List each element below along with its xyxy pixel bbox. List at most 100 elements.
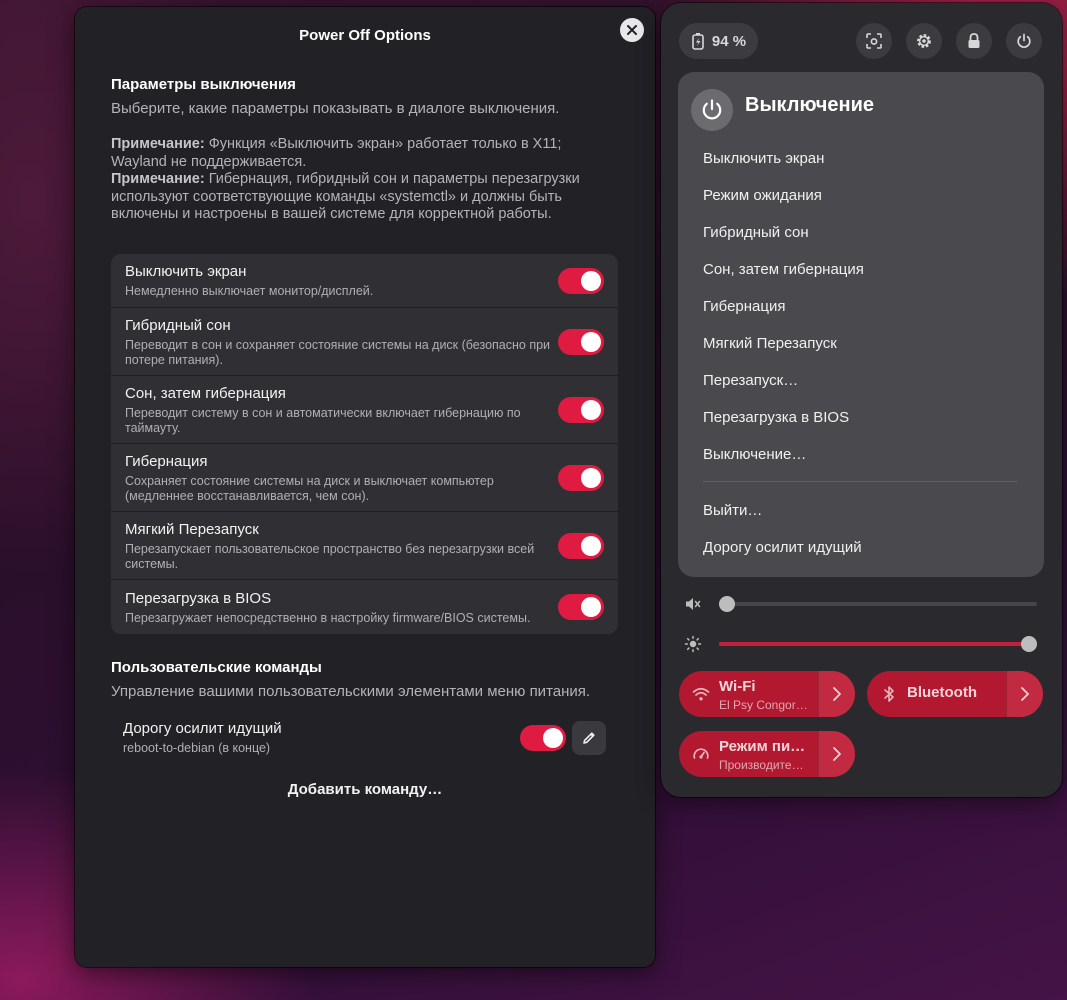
option-title: Сон, затем гибернация — [125, 385, 286, 402]
quick-settings-panel: 94 % Выключение Выключить экран Режим ож… — [661, 3, 1062, 797]
chevron-right-icon — [1021, 687, 1029, 701]
volume-slider-thumb[interactable] — [719, 596, 735, 612]
notes-block: Примечание: Функция «Выключить экран» ра… — [111, 136, 621, 224]
gear-icon — [917, 34, 931, 48]
toggle-suspend-then-hibernate[interactable] — [558, 397, 604, 423]
toggle-knob — [581, 400, 601, 420]
bluetooth-toggle[interactable]: Bluetooth — [867, 671, 1005, 717]
toggle-reboot-to-bios[interactable] — [558, 594, 604, 620]
power-icon — [1017, 33, 1031, 48]
menu-item-restart[interactable]: Перезапуск… — [703, 372, 798, 389]
toggle-knob — [581, 468, 601, 488]
toggle-custom-command[interactable] — [520, 725, 566, 751]
power-menu-header-icon — [691, 89, 733, 131]
toggle-knob — [581, 536, 601, 556]
battery-indicator[interactable]: 94 % — [679, 23, 758, 59]
power-mode-tile[interactable]: Режим пи… Производите… — [679, 731, 855, 777]
option-title: Гибернация — [125, 453, 208, 470]
menu-item-power-off[interactable]: Выключение… — [703, 446, 806, 463]
wifi-icon — [692, 685, 710, 703]
wifi-toggle[interactable]: Wi-Fi El Psy Congor… — [679, 671, 817, 717]
brightness-icon — [683, 634, 703, 654]
option-row-hybrid-sleep: Гибридный сон Переводит в сон и сохраняе… — [111, 308, 618, 376]
option-title: Гибридный сон — [125, 317, 231, 334]
menu-item-reboot-to-bios[interactable]: Перезагрузка в BIOS — [703, 409, 849, 426]
menu-item-hibernate[interactable]: Гибернация — [703, 298, 786, 315]
menu-item-suspend[interactable]: Режим ожидания — [703, 187, 822, 204]
toggle-screen-off[interactable] — [558, 268, 604, 294]
option-title: Мягкий Перезапуск — [125, 521, 259, 538]
bluetooth-tile[interactable]: Bluetooth — [867, 671, 1043, 717]
menu-item-soft-reboot[interactable]: Мягкий Перезапуск — [703, 335, 837, 352]
option-subtitle: Перезагружает непосредственно в настройк… — [125, 611, 531, 625]
section-description-custom-commands: Управление вашими пользовательскими элем… — [111, 683, 591, 700]
lock-icon — [968, 33, 980, 48]
wifi-tile[interactable]: Wi-Fi El Psy Congor… — [679, 671, 855, 717]
toggle-knob — [581, 597, 601, 617]
toggle-knob — [581, 332, 601, 352]
menu-item-log-out[interactable]: Выйти… — [703, 502, 762, 519]
volume-muted-icon[interactable] — [683, 594, 703, 614]
chevron-right-icon — [833, 747, 841, 761]
volume-slider[interactable] — [719, 596, 1037, 612]
option-subtitle: Переводит в сон и сохраняет состояние си… — [125, 338, 551, 367]
custom-command-title: Дорогу осилит идущий — [123, 720, 282, 737]
bluetooth-icon — [880, 685, 898, 703]
bluetooth-tile-title: Bluetooth — [907, 684, 977, 701]
menu-item-suspend-then-hibernate[interactable]: Сон, затем гибернация — [703, 261, 864, 278]
option-row-soft-reboot: Мягкий Перезапуск Перезапускает пользова… — [111, 512, 618, 580]
note-1-label: Примечание: — [111, 136, 205, 152]
screenshot-icon — [866, 33, 882, 49]
settings-button[interactable] — [906, 23, 942, 59]
power-mode-icon — [692, 745, 710, 763]
screenshot-button[interactable] — [856, 23, 892, 59]
toggle-hibernate[interactable] — [558, 465, 604, 491]
option-subtitle: Переводит систему в сон и автоматически … — [125, 406, 521, 435]
power-button[interactable] — [1006, 23, 1042, 59]
battery-icon — [692, 33, 704, 50]
bluetooth-menu-arrow[interactable] — [1006, 671, 1043, 717]
note-2-label: Примечание: — [111, 171, 205, 188]
dialog-title: Power Off Options — [299, 27, 431, 44]
chevron-right-icon — [833, 687, 841, 701]
option-row-screen-off: Выключить экран Немедленно выключает мон… — [111, 254, 618, 308]
pencil-icon — [583, 732, 595, 744]
menu-item-custom-command[interactable]: Дорогу осилит идущий — [703, 539, 862, 556]
wifi-menu-arrow[interactable] — [818, 671, 855, 717]
section-title-custom-commands: Пользовательские команды — [111, 659, 322, 676]
power-mode-toggle[interactable]: Режим пи… Производите… — [679, 731, 817, 777]
power-menu-title: Выключение — [745, 94, 875, 116]
option-title: Перезагрузка в BIOS — [125, 590, 272, 607]
power-off-menu: Выключение Выключить экран Режим ожидани… — [678, 72, 1044, 577]
brightness-slider-thumb[interactable] — [1021, 636, 1037, 652]
option-row-hibernate: Гибернация Сохраняет состояние системы н… — [111, 444, 618, 512]
option-subtitle: Немедленно выключает монитор/дисплей. — [125, 284, 374, 298]
wifi-tile-subtitle: El Psy Congor… — [719, 698, 808, 712]
power-icon — [702, 99, 722, 120]
add-command-button[interactable]: Добавить команду… — [75, 781, 655, 798]
power-mode-tile-title: Режим пи… — [719, 738, 806, 755]
toggle-hybrid-sleep[interactable] — [558, 329, 604, 355]
close-button[interactable] — [620, 18, 644, 42]
lock-button[interactable] — [956, 23, 992, 59]
section-title-power-options: Параметры выключения — [111, 76, 296, 93]
toggle-soft-reboot[interactable] — [558, 533, 604, 559]
option-subtitle: Перезапускает пользовательское пространс… — [125, 542, 535, 571]
option-row-reboot-to-bios: Перезагрузка в BIOS Перезагружает непоср… — [111, 580, 618, 634]
custom-command-subtitle: reboot-to-debian (в конце) — [123, 741, 271, 755]
edit-command-button[interactable] — [572, 721, 606, 755]
menu-item-screen-off[interactable]: Выключить экран — [703, 150, 824, 167]
option-subtitle: Сохраняет состояние системы на диск и вы… — [125, 474, 494, 503]
option-row-suspend-then-hibernate: Сон, затем гибернация Переводит систему … — [111, 376, 618, 444]
power-off-options-dialog: Power Off Options Параметры выключения В… — [75, 7, 655, 967]
wifi-tile-title: Wi-Fi — [719, 678, 756, 695]
toggle-knob — [581, 271, 601, 291]
menu-item-hybrid-sleep[interactable]: Гибридный сон — [703, 224, 809, 241]
option-title: Выключить экран — [125, 263, 247, 280]
battery-percentage: 94 % — [711, 32, 747, 50]
power-mode-tile-subtitle: Производите… — [719, 758, 804, 772]
power-mode-menu-arrow[interactable] — [818, 731, 855, 777]
brightness-slider[interactable] — [719, 636, 1037, 652]
brightness-slider-fill — [719, 642, 1029, 646]
close-icon — [627, 25, 637, 35]
